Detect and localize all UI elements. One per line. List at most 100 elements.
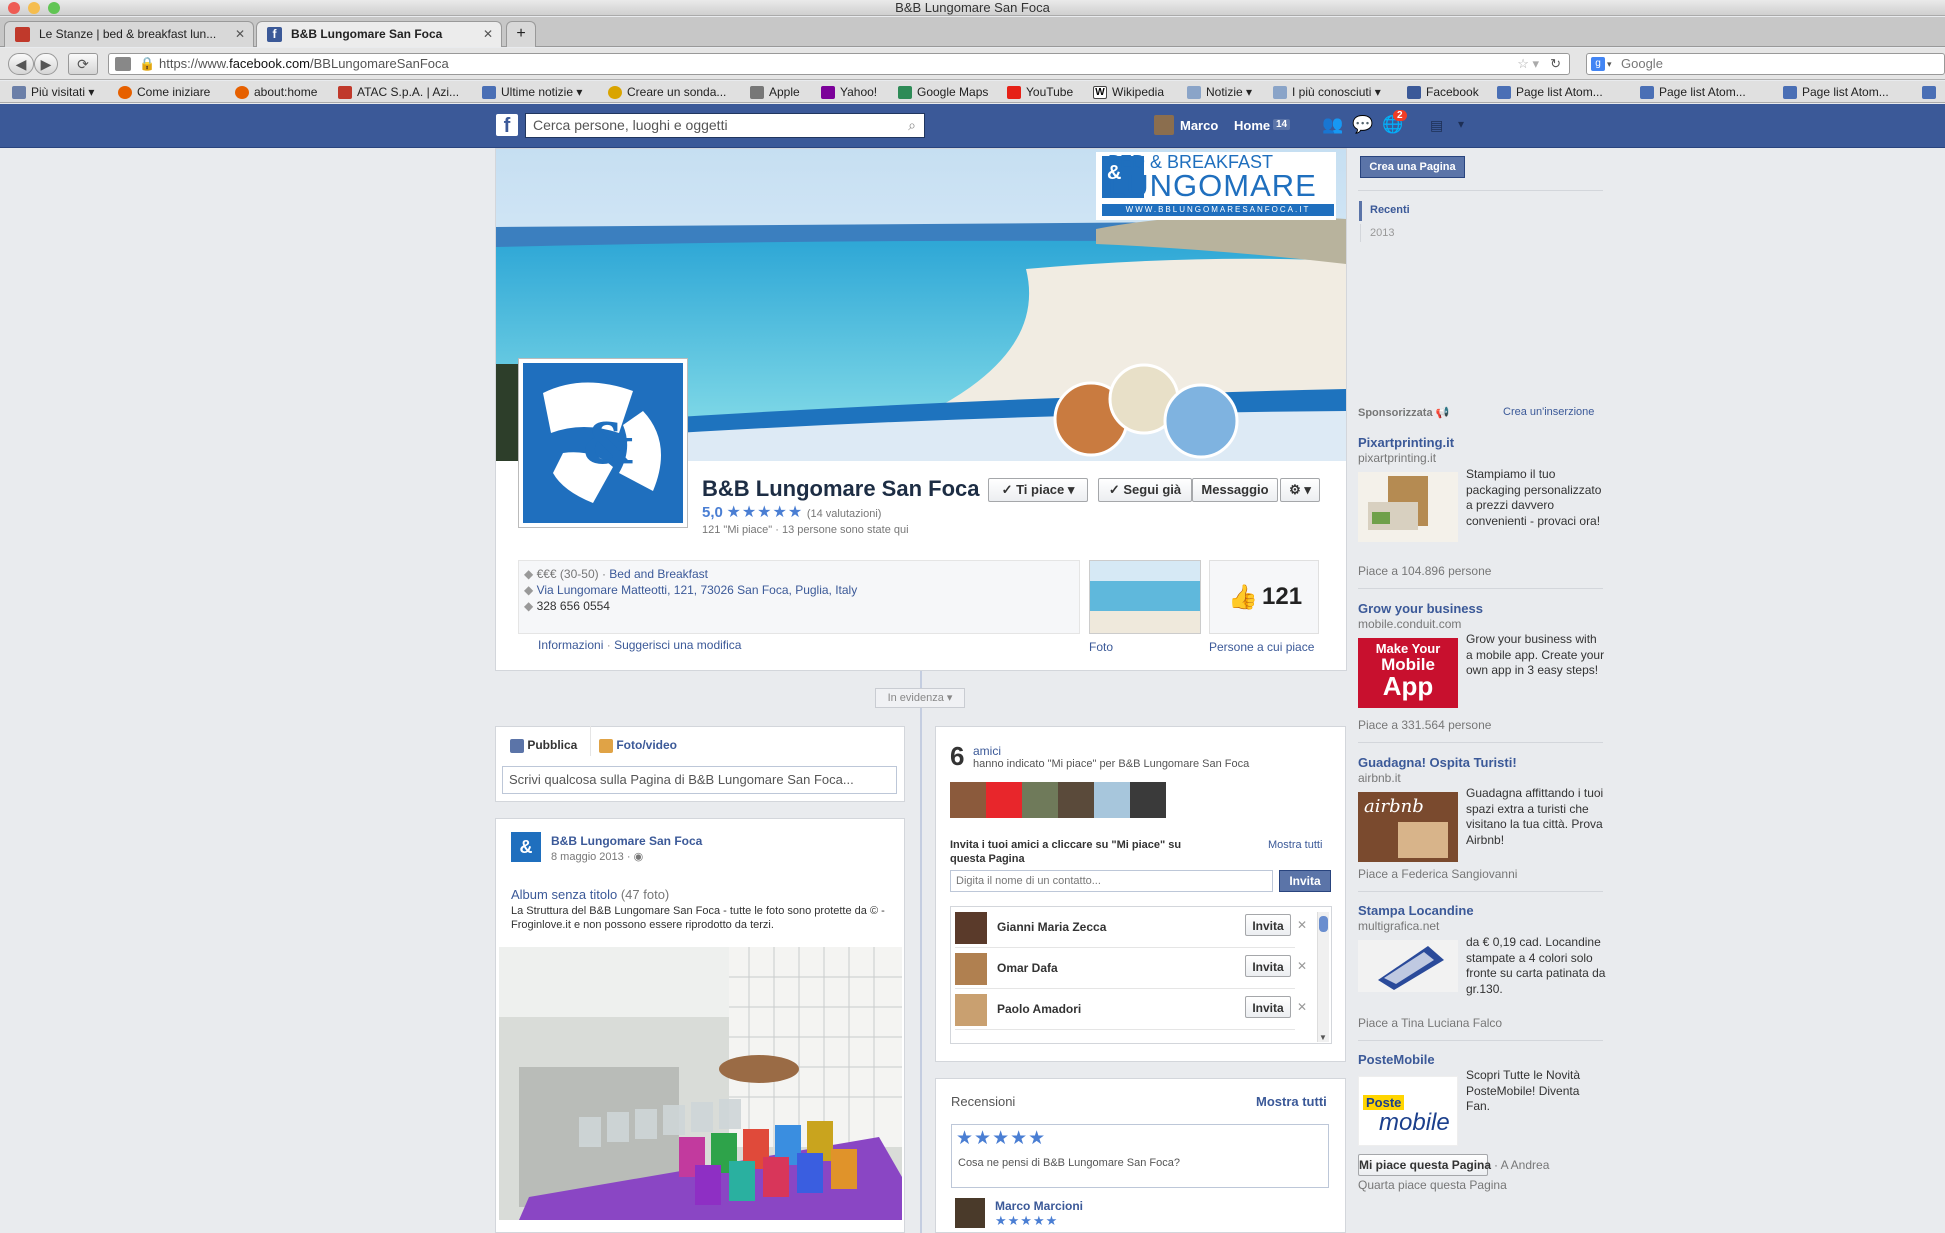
photos-thumbnail[interactable] bbox=[1089, 560, 1201, 634]
bookmark-item[interactable]: Yahoo! bbox=[821, 83, 877, 101]
friends-list-scrollbar[interactable]: ▼ bbox=[1317, 912, 1329, 1042]
page-rating[interactable]: 5,0 ★★★★★ (14 valutazioni) bbox=[702, 502, 881, 522]
bookmark-item[interactable]: Più visitati ▾ bbox=[12, 83, 94, 101]
close-tab-icon[interactable]: ✕ bbox=[483, 22, 493, 46]
user-avatar[interactable] bbox=[1154, 115, 1174, 135]
bookmark-item[interactable]: Facebook bbox=[1407, 83, 1479, 101]
close-tab-icon[interactable]: ✕ bbox=[235, 22, 245, 46]
bookmark-item[interactable]: Ultime notizie ▾ bbox=[482, 83, 582, 101]
bookmark-item[interactable]: Google Maps bbox=[898, 83, 988, 101]
friend-avatar[interactable] bbox=[986, 782, 1022, 818]
bookmark-item[interactable]: YouTube bbox=[1007, 83, 1073, 101]
bookmark-item[interactable]: W Wikipedia bbox=[1093, 83, 1164, 101]
friend-avatar[interactable] bbox=[950, 782, 986, 818]
bookmark-item[interactable]: Apple bbox=[750, 83, 800, 101]
album-title-link[interactable]: Album senza titolo bbox=[511, 887, 617, 902]
dismiss-x-icon[interactable]: ✕ bbox=[1297, 959, 1307, 973]
review-star-rating-icon[interactable]: ★★★★★ bbox=[956, 1127, 1046, 1150]
likes-box[interactable]: 👍 121 bbox=[1209, 560, 1319, 634]
ad-title-link[interactable]: Stampa Locandine bbox=[1358, 903, 1474, 918]
category-link[interactable]: Bed and Breakfast bbox=[609, 567, 708, 581]
info-link[interactable]: Informazioni bbox=[538, 638, 603, 652]
friend-avatar[interactable] bbox=[1022, 782, 1058, 818]
ad-image[interactable] bbox=[1358, 940, 1458, 992]
bookmark-item[interactable]: Notizie ▾ bbox=[1187, 83, 1252, 101]
bookmark-item[interactable]: Page list Atom... bbox=[1783, 83, 1889, 101]
friend-avatar[interactable] bbox=[1130, 782, 1166, 818]
account-menu-icon[interactable]: ▾ bbox=[1458, 117, 1464, 131]
close-window-icon[interactable] bbox=[8, 2, 20, 14]
back-button[interactable]: ◀ bbox=[8, 53, 34, 75]
profile-link[interactable]: Marco bbox=[1180, 118, 1218, 133]
dismiss-x-icon[interactable]: ✕ bbox=[1297, 918, 1307, 932]
create-page-button[interactable]: Crea una Pagina bbox=[1360, 156, 1465, 178]
contact-search-input[interactable]: Digita il nome di un contatto... bbox=[950, 870, 1273, 892]
create-ad-link[interactable]: Crea un'inserzione bbox=[1503, 406, 1594, 418]
address-link[interactable]: Via Lungomare Matteotti, 121, 73026 San … bbox=[537, 583, 858, 597]
like-button[interactable]: ✓ Ti piace ▾ bbox=[988, 478, 1088, 502]
home-link[interactable]: Home bbox=[1234, 118, 1270, 133]
post-author-avatar[interactable]: & bbox=[511, 832, 541, 862]
highlights-dropdown[interactable]: In evidenza ▾ bbox=[875, 688, 965, 708]
zoom-window-icon[interactable] bbox=[48, 2, 60, 14]
search-icon[interactable]: ⌕ bbox=[908, 114, 916, 137]
ad-title-link[interactable]: Grow your business bbox=[1358, 601, 1483, 616]
bookmark-item[interactable]: Come iniziare bbox=[118, 83, 210, 101]
reviews-show-all-link[interactable]: Mostra tutti bbox=[1256, 1094, 1327, 1109]
sync-button[interactable]: ⟳ bbox=[68, 53, 98, 75]
timeline-recent-link[interactable]: Recenti bbox=[1370, 204, 1410, 216]
new-tab-button[interactable]: + bbox=[506, 21, 536, 47]
bookmark-item[interactable]: Page list Atom... bbox=[1497, 83, 1603, 101]
tab-publish[interactable]: Pubblica bbox=[510, 738, 577, 753]
reviewer-name-link[interactable]: Marco Marcioni bbox=[995, 1199, 1083, 1213]
bookmark-item[interactable]: Page list Atom... bbox=[1640, 83, 1746, 101]
dismiss-x-icon[interactable]: ✕ bbox=[1297, 1000, 1307, 1014]
post-author-link[interactable]: B&B Lungomare San Foca bbox=[551, 834, 702, 848]
follow-button[interactable]: ✓ Segui già bbox=[1098, 478, 1192, 502]
friend-avatar[interactable] bbox=[955, 994, 987, 1026]
scrollbar-thumb[interactable] bbox=[1319, 916, 1328, 932]
likers-link[interactable]: Persone a cui piace bbox=[1209, 640, 1314, 654]
timeline-year-link[interactable]: 2013 bbox=[1370, 227, 1394, 239]
bookmark-item[interactable]: about:home bbox=[235, 83, 317, 101]
like-this-page-button[interactable]: Mi piace questa Pagina bbox=[1358, 1154, 1491, 1176]
browser-search-input[interactable]: g ▾ Google bbox=[1586, 53, 1945, 75]
message-button[interactable]: Messaggio bbox=[1192, 478, 1278, 502]
bookmark-star-icon[interactable]: ☆ ▾ bbox=[1517, 54, 1539, 74]
privacy-shortcuts-icon[interactable]: ▤ bbox=[1430, 117, 1443, 134]
bookmark-item[interactable]: ATAC S.p.A. | Azi... bbox=[338, 83, 459, 101]
ad-image[interactable]: Poste mobile bbox=[1358, 1076, 1458, 1146]
messages-icon[interactable]: 💬 bbox=[1352, 115, 1373, 135]
friend-avatar[interactable] bbox=[955, 912, 987, 944]
friend-avatar[interactable] bbox=[955, 953, 987, 985]
suggest-edit-link[interactable]: Suggerisci una modifica bbox=[614, 638, 741, 652]
ad-image[interactable]: airbnb bbox=[1358, 792, 1458, 862]
invite-friend-button[interactable]: Invita bbox=[1245, 955, 1291, 977]
bookmark-item[interactable]: Creare un sonda... bbox=[608, 83, 726, 101]
profile-picture[interactable]: & bbox=[518, 358, 688, 528]
facebook-logo-icon[interactable]: f bbox=[496, 114, 518, 137]
ad-image[interactable] bbox=[1358, 472, 1458, 542]
composer-input[interactable]: Scrivi qualcosa sulla Pagina di B&B Lung… bbox=[502, 766, 897, 794]
invite-friend-button[interactable]: Invita bbox=[1245, 914, 1291, 936]
review-compose-box[interactable]: ★★★★★ Cosa ne pensi di B&B Lungomare San… bbox=[951, 1124, 1329, 1188]
friends-label[interactable]: amici bbox=[973, 744, 1001, 758]
invite-friend-button[interactable]: Invita bbox=[1245, 996, 1291, 1018]
post-photo[interactable] bbox=[499, 947, 902, 1220]
photos-link[interactable]: Foto bbox=[1089, 640, 1113, 654]
friend-requests-icon[interactable]: 👥 bbox=[1322, 115, 1343, 135]
url-bar[interactable]: 🔒 https://www.facebook.com/BBLungomareSa… bbox=[108, 53, 1570, 75]
forward-button[interactable]: ▶ bbox=[34, 53, 58, 75]
reviewer-avatar[interactable] bbox=[955, 1198, 985, 1228]
friend-avatar[interactable] bbox=[1094, 782, 1130, 818]
invite-button[interactable]: Invita bbox=[1279, 870, 1331, 892]
ad-title-link[interactable]: Guadagna! Ospita Turisti! bbox=[1358, 755, 1517, 770]
scroll-down-icon[interactable]: ▼ bbox=[1319, 1033, 1327, 1042]
invite-show-all-link[interactable]: Mostra tutti bbox=[1268, 839, 1322, 851]
reload-icon[interactable]: ↻ bbox=[1550, 54, 1561, 74]
ad-image[interactable]: Make Your Mobile App bbox=[1358, 638, 1458, 708]
ad-title-link[interactable]: PosteMobile bbox=[1358, 1052, 1435, 1067]
tab-facebook-page[interactable]: f B&B Lungomare San Foca ✕ bbox=[256, 21, 502, 47]
settings-gear-button[interactable]: ⚙ ▾ bbox=[1280, 478, 1320, 502]
tab-photo-video[interactable]: Foto/video bbox=[599, 738, 677, 753]
